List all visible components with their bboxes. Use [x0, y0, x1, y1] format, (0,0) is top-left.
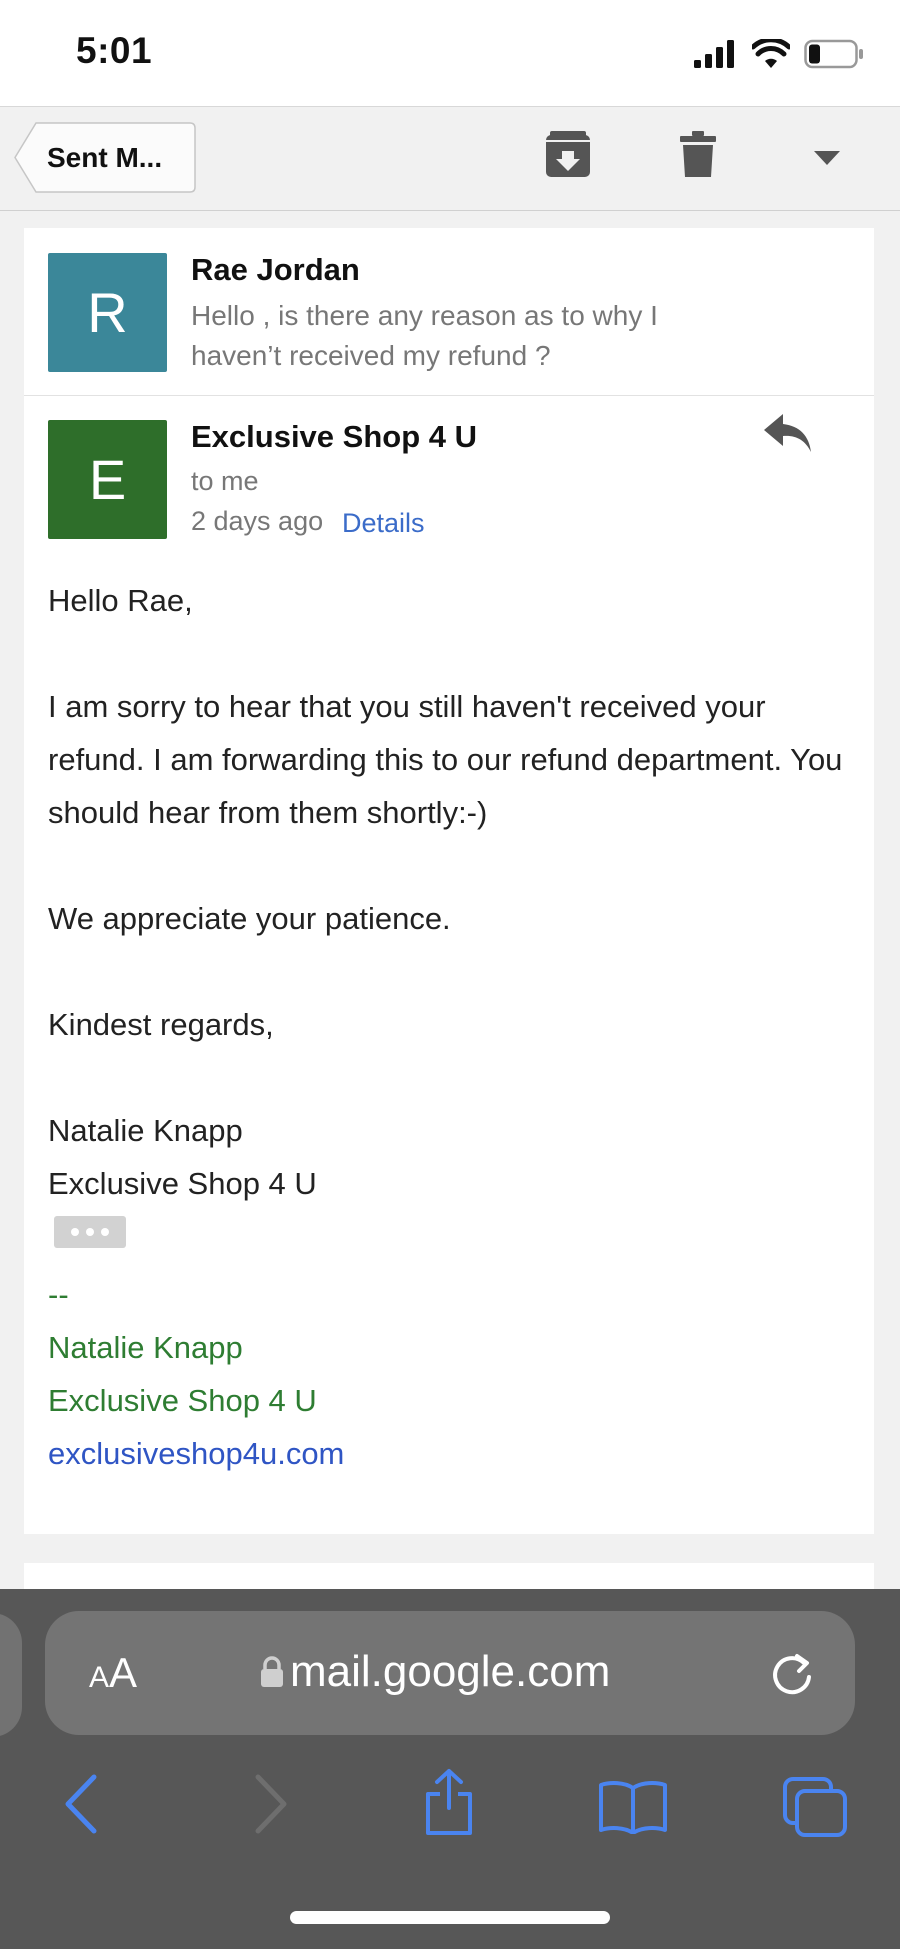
aa-small-label: A: [89, 1661, 110, 1694]
message-body: Hello Rae, I am sorry to hear that you s…: [48, 574, 848, 1210]
address-bar[interactable]: AA mail.google.com: [45, 1611, 855, 1735]
back-button-label: Sent M...: [47, 142, 163, 173]
body-paragraph: We appreciate your patience.: [48, 901, 451, 936]
show-trimmed-content-button[interactable]: [54, 1216, 126, 1248]
previous-tab-edge[interactable]: [0, 1613, 22, 1737]
body-signoff-company: Exclusive Shop 4 U: [48, 1166, 317, 1201]
divider: [24, 395, 874, 396]
lock-icon: [261, 1656, 283, 1687]
status-bar: 5:01: [0, 0, 900, 106]
reader-settings-button[interactable]: AA: [89, 1649, 137, 1697]
wifi-icon: [752, 39, 790, 68]
trash-icon[interactable]: [680, 131, 716, 177]
cellular-signal-icon: [694, 40, 734, 68]
sender-name: Rae Jordan: [191, 252, 360, 287]
conversation-card: R Rae Jordan Hello , is there any reason…: [24, 228, 874, 1534]
body-closing: Kindest regards,: [48, 1007, 274, 1042]
status-icons: [694, 36, 864, 72]
avatar: R: [48, 253, 167, 372]
url-display[interactable]: mail.google.com: [260, 1647, 610, 1697]
signature-name: Natalie Knapp: [48, 1330, 243, 1365]
recipient-label: to me: [191, 466, 259, 496]
avatar-letter: E: [88, 448, 127, 511]
more-options-dropdown-icon[interactable]: [814, 151, 840, 165]
tabs-icon[interactable]: [782, 1776, 848, 1838]
reply-icon[interactable]: [764, 414, 812, 454]
avatar-letter: R: [87, 281, 128, 344]
signature: -- Natalie Knapp Exclusive Shop 4 U excl…: [48, 1268, 344, 1480]
battery-icon: [804, 39, 863, 69]
mail-toolbar: Sent M...: [0, 106, 900, 211]
details-link[interactable]: Details: [342, 508, 425, 539]
avatar: E: [48, 420, 167, 539]
body-paragraph: I am sorry to hear that you still haven'…: [48, 689, 843, 830]
url-text: mail.google.com: [290, 1647, 611, 1696]
signature-company: Exclusive Shop 4 U: [48, 1383, 317, 1418]
aa-large-label: A: [109, 1649, 138, 1696]
archive-icon[interactable]: [546, 131, 590, 177]
signature-separator: --: [48, 1277, 69, 1312]
share-icon[interactable]: [422, 1768, 476, 1836]
clock: 5:01: [76, 30, 153, 71]
message-snippet: Hello , is there any reason as to why I …: [191, 300, 658, 371]
message-date: 2 days ago: [191, 506, 324, 536]
back-arrow-icon[interactable]: [64, 1774, 98, 1834]
bookmarks-icon[interactable]: [598, 1780, 668, 1834]
reload-icon[interactable]: [770, 1649, 816, 1697]
forward-arrow-icon[interactable]: [254, 1774, 288, 1834]
body-signoff-name: Natalie Knapp: [48, 1113, 243, 1148]
sender-name: Exclusive Shop 4 U: [191, 419, 477, 454]
body-greeting: Hello Rae,: [48, 583, 193, 618]
signature-website-link[interactable]: exclusiveshop4u.com: [48, 1427, 344, 1480]
home-indicator[interactable]: [290, 1911, 610, 1924]
